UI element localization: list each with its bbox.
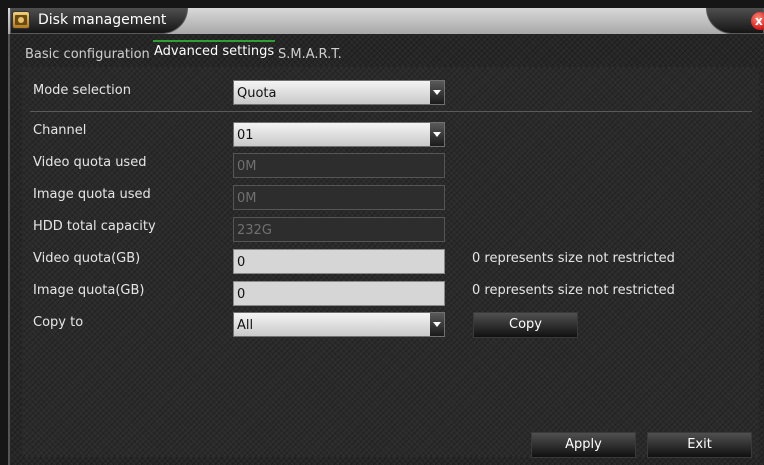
disk-icon <box>12 11 30 29</box>
video-quota-note: 0 represents size not restricted <box>472 251 675 266</box>
channel-dropdown[interactable]: 01 <box>233 122 445 147</box>
image-quota-input[interactable]: 0 <box>233 281 445 306</box>
mode-selection-dropdown[interactable]: Quota <box>233 80 445 105</box>
disk-management-window: Disk management x Basic configuration Ad… <box>0 0 764 465</box>
hdd-total-capacity-label: HDD total capacity <box>33 219 156 234</box>
exit-button[interactable]: Exit <box>647 432 752 458</box>
image-quota-used-field: 0M <box>233 185 445 210</box>
mode-selection-value: Quota <box>237 86 277 101</box>
hdd-total-capacity-field: 232G <box>233 217 445 242</box>
chevron-down-icon[interactable] <box>430 81 444 104</box>
video-quota-used-field: 0M <box>233 153 445 178</box>
video-quota-input[interactable]: 0 <box>233 249 445 274</box>
tab-basic-configuration[interactable]: Basic configuration <box>25 44 150 66</box>
channel-label: Channel <box>33 123 87 138</box>
image-quota-label: Image quota(GB) <box>33 283 145 298</box>
copy-to-label: Copy to <box>33 315 84 330</box>
image-quota-used-label: Image quota used <box>33 187 151 202</box>
copy-to-dropdown[interactable]: All <box>233 312 445 337</box>
copy-button[interactable]: Copy <box>473 312 578 338</box>
channel-value: 01 <box>237 128 254 143</box>
chevron-down-icon[interactable] <box>430 313 444 336</box>
tab-smart[interactable]: S.M.A.R.T. <box>278 44 342 66</box>
apply-button[interactable]: Apply <box>531 432 636 458</box>
chevron-down-icon[interactable] <box>430 123 444 146</box>
close-icon[interactable]: x <box>751 12 764 30</box>
mode-selection-label: Mode selection <box>33 83 131 98</box>
tab-advanced-settings[interactable]: Advanced settings <box>154 41 274 63</box>
video-quota-label: Video quota(GB) <box>33 251 141 266</box>
copy-to-value: All <box>237 318 254 333</box>
image-quota-note: 0 represents size not restricted <box>472 283 675 298</box>
section-divider <box>30 111 752 112</box>
video-quota-used-label: Video quota used <box>33 155 147 170</box>
window-title: Disk management <box>38 12 167 28</box>
